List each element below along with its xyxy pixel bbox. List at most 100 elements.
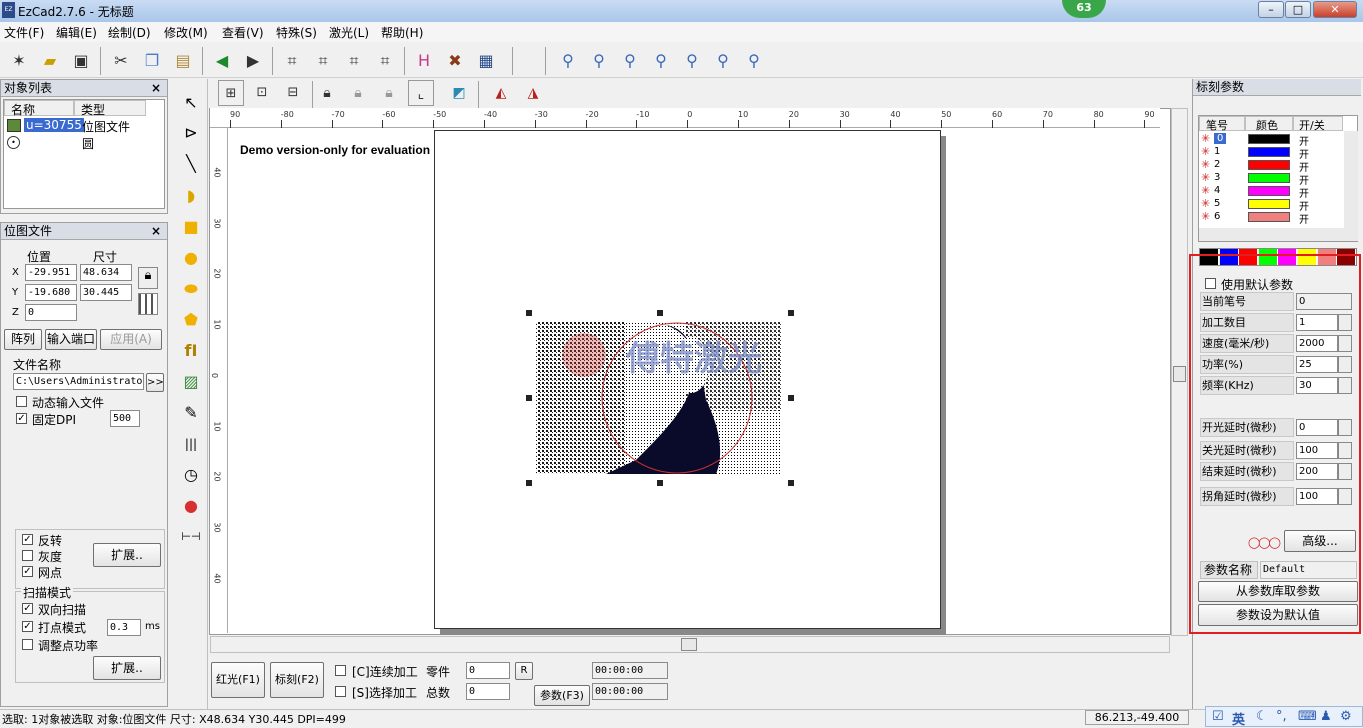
unlock-icon[interactable]: 🔒︎ [345, 80, 371, 106]
menu-special[interactable]: 特殊(S) [276, 24, 317, 41]
menu-view[interactable]: 查看(V) [222, 24, 264, 41]
file-path-input[interactable]: C:\Users\Administrato [13, 373, 144, 390]
browse-button[interactable]: >> [146, 373, 164, 392]
pen-row[interactable]: ✳ 5 开 [1201, 197, 1341, 213]
lock-icon[interactable]: 🔒︎ [138, 267, 158, 289]
node-select-icon[interactable]: ⌗ [310, 48, 336, 74]
x-size-input[interactable]: 48.634 [80, 264, 132, 281]
pen-row[interactable]: ✳ 4 开 [1201, 184, 1341, 200]
speed-spinner[interactable] [1338, 335, 1352, 352]
bitmap-object[interactable]: 傅特激光 ® [526, 310, 794, 488]
keyboard-icon[interactable]: ⌨ [1298, 709, 1317, 724]
load-from-library-button[interactable]: 从参数库取参数 [1198, 581, 1358, 602]
parts-input[interactable]: 0 [466, 662, 510, 679]
save-icon[interactable]: ▣ [68, 48, 94, 74]
pen-row[interactable]: ✳ 3 开 [1201, 171, 1341, 187]
unlock-all-icon[interactable]: 🔒︎ [376, 80, 402, 106]
polygon-icon[interactable]: ⬟ [179, 308, 203, 332]
menu-modify[interactable]: 修改(M) [164, 24, 208, 41]
laser-off-delay-spinner[interactable] [1338, 442, 1352, 459]
dot-time-input[interactable]: 0.3 [107, 619, 141, 636]
col-type-header[interactable]: 类型 [74, 100, 146, 117]
open-folder-icon[interactable]: ▰ [37, 48, 63, 74]
end-delay-input[interactable]: 200 [1296, 463, 1338, 480]
menu-laser[interactable]: 激光(L) [329, 24, 369, 41]
copy-icon[interactable]: ❐ [139, 48, 165, 74]
expand-button[interactable]: 扩展.. [93, 656, 161, 680]
list-item[interactable]: u=30755 位图文件 [4, 118, 164, 134]
paste-icon[interactable]: ▤ [170, 48, 196, 74]
corner-delay-spinner[interactable] [1338, 488, 1352, 505]
red-light-button[interactable]: 红光(F1) [211, 662, 265, 698]
punctuation-icon[interactable]: °, [1276, 709, 1287, 724]
origin-icon[interactable]: ⌞ [408, 80, 434, 106]
zoom-in-plus-icon[interactable]: ⚲ [617, 48, 643, 74]
clock-icon[interactable]: ◷ [179, 463, 203, 487]
ime-language[interactable]: 英 [1232, 709, 1245, 728]
menu-file[interactable]: 文件(F) [4, 24, 44, 41]
vertical-scrollbar[interactable] [1171, 108, 1188, 636]
zoom-fit-icon[interactable]: ⚲ [679, 48, 705, 74]
input-output-icon[interactable]: ● [179, 494, 203, 518]
pen-row[interactable]: ✳ 2 开 [1201, 158, 1341, 174]
mark-button[interactable]: 标刻(F2) [270, 662, 324, 698]
zoom-all-icon[interactable]: ⚲ [710, 48, 736, 74]
parameters-button[interactable]: 参数(F3) [534, 685, 590, 706]
rectangle-icon[interactable]: ■ [179, 215, 203, 239]
laser-on-delay-input[interactable]: 0 [1296, 419, 1338, 436]
dither-checkbox[interactable]: ✓ [22, 566, 33, 577]
node-delete-icon[interactable]: ⌗ [372, 48, 398, 74]
redo-icon[interactable]: ▶ [240, 48, 266, 74]
input-port-button[interactable]: 输入端口 [45, 329, 97, 350]
scroll-thumb[interactable] [1173, 366, 1186, 382]
dynamic-input-checkbox[interactable] [16, 396, 27, 407]
barcode-icon[interactable]: ||| [179, 432, 203, 456]
pen-row[interactable]: ✳ 1 开 [1201, 145, 1341, 161]
node-edit-icon[interactable]: ⊳ [179, 121, 203, 145]
laser-on-delay-spinner[interactable] [1338, 419, 1352, 436]
z-position-input[interactable]: 0 [25, 304, 77, 321]
bitmap-icon[interactable]: ▨ [179, 370, 203, 394]
scroll-thumb[interactable] [681, 638, 697, 651]
invert-checkbox[interactable]: ✓ [22, 534, 33, 545]
y-size-input[interactable]: 30.445 [80, 284, 132, 301]
pen-list-hscrollbar[interactable] [1199, 228, 1358, 241]
dpi-input[interactable]: 500 [110, 410, 140, 427]
layer-icon[interactable]: ◩ [446, 80, 472, 106]
expand-button[interactable]: 扩展.. [93, 543, 161, 567]
hatch-icon[interactable]: H [411, 48, 437, 74]
select-process-checkbox[interactable] [335, 686, 346, 697]
pen-row[interactable]: ✳ 6 开 [1201, 210, 1341, 226]
grid-anchor-icon[interactable] [138, 293, 158, 315]
curve-icon[interactable]: ◗ [179, 184, 203, 208]
laser-off-delay-input[interactable]: 100 [1296, 442, 1338, 459]
pen-row[interactable]: ✳ 0 开 [1201, 132, 1341, 148]
lock-icon[interactable]: 🔒︎ [314, 80, 340, 106]
menu-help[interactable]: 帮助(H) [381, 24, 423, 41]
col-name-header[interactable]: 名称 [4, 100, 74, 117]
cut-icon[interactable]: ✂ [108, 48, 134, 74]
zoom-in-icon[interactable]: ⚲ [586, 48, 612, 74]
ungroup-icon[interactable]: ⊡ [249, 80, 275, 106]
mirror-vertical-icon[interactable]: ◮ [520, 80, 546, 106]
reset-button[interactable]: R [515, 662, 533, 680]
continuous-checkbox[interactable] [335, 665, 346, 676]
corner-delay-input[interactable]: 100 [1296, 488, 1338, 505]
tools-icon[interactable]: ✖ [442, 48, 468, 74]
list-item[interactable]: • 圆 [4, 135, 164, 151]
circle-icon[interactable]: ● [179, 246, 203, 270]
zoom-out-icon[interactable]: ⚲ [648, 48, 674, 74]
combine-icon[interactable]: ⊟ [280, 80, 306, 106]
maximize-button[interactable]: □ [1285, 1, 1311, 18]
group-icon[interactable]: ⊞ [218, 80, 244, 106]
close-icon[interactable]: × [151, 80, 161, 96]
advanced-button[interactable]: 高级... [1284, 530, 1356, 552]
speed-input[interactable]: 2000 [1296, 335, 1338, 352]
menu-draw[interactable]: 绘制(D) [108, 24, 151, 41]
use-default-checkbox[interactable] [1205, 278, 1216, 289]
apply-button[interactable]: 应用(A) [100, 329, 162, 350]
new-file-icon[interactable]: ✶ [6, 48, 32, 74]
grayscale-checkbox[interactable] [22, 550, 33, 561]
x-position-input[interactable]: -29.951 [25, 264, 77, 281]
node-add-icon[interactable]: ⌗ [341, 48, 367, 74]
